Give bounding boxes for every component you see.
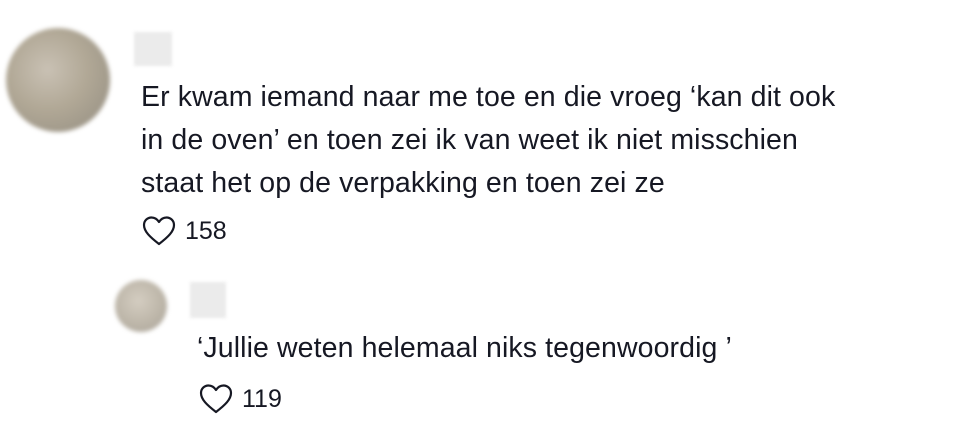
heart-outline-icon[interactable] bbox=[141, 213, 177, 249]
reply-username-blurred[interactable] bbox=[190, 282, 226, 318]
like-count: 158 bbox=[185, 216, 227, 245]
comment-text-line: Er kwam iemand naar me toe en die vroeg … bbox=[141, 81, 836, 113]
reply-like-count: 119 bbox=[242, 384, 282, 413]
comment-text-line: in de oven’ en toen zei ik van weet ik n… bbox=[141, 124, 798, 156]
like-button[interactable]: 158 bbox=[141, 213, 227, 249]
heart-outline-icon[interactable] bbox=[198, 381, 234, 417]
comment-text-line: staat het op de verpakking en toen zei z… bbox=[141, 167, 665, 199]
avatar[interactable] bbox=[6, 28, 110, 132]
reply-like-button[interactable]: 119 bbox=[198, 381, 282, 417]
reply-avatar[interactable] bbox=[115, 280, 167, 332]
reply-text: ‘Jullie weten helemaal niks tegenwoordig… bbox=[197, 332, 732, 364]
comment-text: Er kwam iemand naar me toe en die vroeg … bbox=[141, 76, 835, 205]
username-blurred[interactable] bbox=[134, 32, 172, 66]
